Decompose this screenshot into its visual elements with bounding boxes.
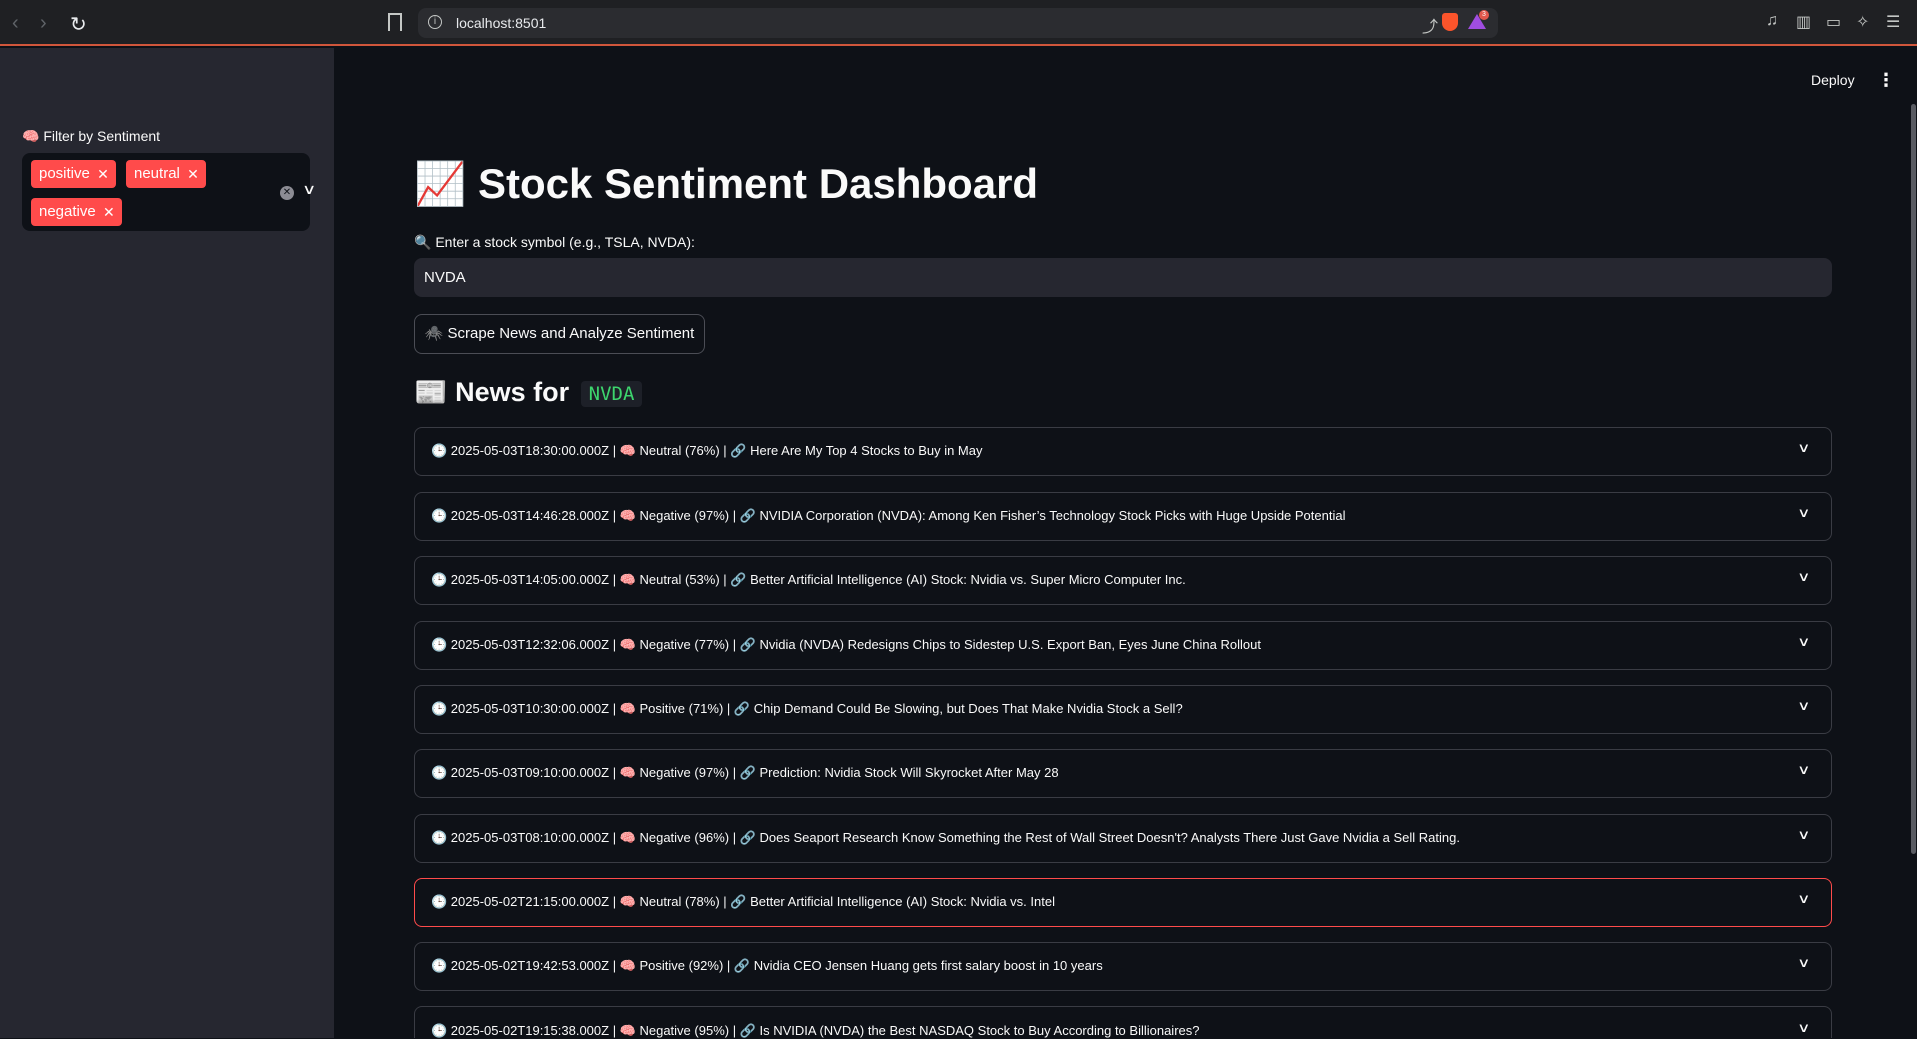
page-title: 📈 Stock Sentiment Dashboard <box>414 160 1039 207</box>
news-symbol-code: NVDA <box>580 380 643 407</box>
news-expander-label: 🕒 2025-05-02T21:15:00.000Z | 🧠 Neutral (… <box>431 894 1055 909</box>
chevron-down-icon: ∨ <box>1797 440 1811 455</box>
address-bar[interactable]: i localhost:8501 ⤴ 3 <box>418 8 1498 38</box>
news-expander[interactable]: 🕒 2025-05-03T18:30:00.000Z | 🧠 Neutral (… <box>414 427 1832 476</box>
tag-positive[interactable]: positive ✕ <box>31 160 116 188</box>
news-expander[interactable]: 🕒 2025-05-03T14:05:00.000Z | 🧠 Neutral (… <box>414 556 1832 605</box>
scrape-button[interactable]: 🕷️ Scrape News and Analyze Sentiment <box>414 314 705 354</box>
chevron-down-icon: ∨ <box>1797 634 1811 649</box>
news-expander-label: 🕒 2025-05-03T12:32:06.000Z | 🧠 Negative … <box>431 637 1261 652</box>
filter-label: 🧠 Filter by Sentiment <box>22 128 161 144</box>
news-expander-label: 🕒 2025-05-03T14:46:28.000Z | 🧠 Negative … <box>431 508 1346 523</box>
news-expander-label: 🕒 2025-05-02T19:42:53.000Z | 🧠 Positive … <box>431 958 1103 973</box>
remove-tag-icon[interactable]: ✕ <box>187 160 199 188</box>
browser-toolbar: ‹ › ↻ i localhost:8501 ⤴ 3 ♫ ▥ ▭ ✧ ☰ <box>0 0 1917 46</box>
sentiment-multiselect[interactable]: positive ✕ neutral ✕ negative ✕ ✕ ∨ <box>22 153 316 231</box>
news-expander[interactable]: 🕒 2025-05-02T19:42:53.000Z | 🧠 Positive … <box>414 942 1832 991</box>
tag-negative[interactable]: negative ✕ <box>31 198 122 226</box>
news-expander-label: 🕒 2025-05-03T18:30:00.000Z | 🧠 Neutral (… <box>431 443 983 458</box>
news-expander[interactable]: 🕒 2025-05-02T19:15:38.000Z | 🧠 Negative … <box>414 1006 1832 1038</box>
chevron-down-icon: ∨ <box>1797 505 1811 520</box>
news-expander-label: 🕒 2025-05-03T08:10:00.000Z | 🧠 Negative … <box>431 830 1460 845</box>
news-expander[interactable]: 🕒 2025-05-02T21:15:00.000Z | 🧠 Neutral (… <box>414 878 1832 927</box>
bookmark-icon[interactable] <box>388 13 402 31</box>
news-expander[interactable]: 🕒 2025-05-03T08:10:00.000Z | 🧠 Negative … <box>414 814 1832 863</box>
share-icon[interactable]: ⤴ <box>1422 13 1438 37</box>
url-text[interactable]: localhost:8501 <box>456 15 546 31</box>
news-expander[interactable]: 🕒 2025-05-03T14:46:28.000Z | 🧠 Negative … <box>414 492 1832 541</box>
scrollbar[interactable] <box>1911 104 1916 854</box>
back-icon[interactable]: ‹ <box>12 12 19 35</box>
chevron-down-icon[interactable]: ∨ <box>302 181 316 198</box>
deploy-button[interactable]: Deploy <box>1811 72 1855 88</box>
news-heading-text: 📰 News for <box>414 377 570 407</box>
chevron-down-icon: ∨ <box>1797 569 1811 584</box>
chevron-down-icon: ∨ <box>1797 955 1811 970</box>
tag-label: negative <box>39 203 96 220</box>
news-heading: 📰 News for NVDA <box>414 376 643 408</box>
reload-icon[interactable]: ↻ <box>70 12 87 37</box>
brave-shields-icon[interactable] <box>1442 13 1458 31</box>
forward-icon[interactable]: › <box>40 12 47 35</box>
symbol-input[interactable] <box>414 258 1832 297</box>
tag-label: positive <box>39 165 90 182</box>
news-expander-label: 🕒 2025-05-02T19:15:38.000Z | 🧠 Negative … <box>431 1023 1200 1038</box>
news-expander[interactable]: 🕒 2025-05-03T12:32:06.000Z | 🧠 Negative … <box>414 621 1832 670</box>
leo-ai-icon[interactable]: ✧ <box>1856 12 1869 32</box>
rewards-badge: 3 <box>1479 10 1489 20</box>
chevron-down-icon: ∨ <box>1797 827 1811 842</box>
more-options-icon[interactable]: ⋮ <box>1877 70 1895 91</box>
chevron-down-icon: ∨ <box>1797 1020 1811 1035</box>
symbol-input-label: 🔍 Enter a stock symbol (e.g., TSLA, NVDA… <box>414 234 695 250</box>
chevron-down-icon: ∨ <box>1797 762 1811 777</box>
remove-tag-icon[interactable]: ✕ <box>97 160 109 188</box>
news-expander-label: 🕒 2025-05-03T14:05:00.000Z | 🧠 Neutral (… <box>431 572 1186 587</box>
news-expander[interactable]: 🕒 2025-05-03T09:10:00.000Z | 🧠 Negative … <box>414 749 1832 798</box>
tag-neutral[interactable]: neutral ✕ <box>126 160 206 188</box>
news-expander[interactable]: 🕒 2025-05-03T10:30:00.000Z | 🧠 Positive … <box>414 685 1832 734</box>
tag-label: neutral <box>134 165 180 182</box>
news-expander-label: 🕒 2025-05-03T10:30:00.000Z | 🧠 Positive … <box>431 701 1183 716</box>
clear-all-icon[interactable]: ✕ <box>280 186 294 200</box>
menu-icon[interactable]: ☰ <box>1886 12 1900 32</box>
wallet-icon[interactable]: ▭ <box>1826 12 1841 32</box>
site-info-icon[interactable]: i <box>428 15 442 29</box>
sidebar-toggle-icon[interactable]: ▥ <box>1796 12 1811 32</box>
chevron-down-icon: ∨ <box>1797 891 1811 906</box>
remove-tag-icon[interactable]: ✕ <box>103 198 115 226</box>
media-icon[interactable]: ♫ <box>1766 12 1778 30</box>
chevron-down-icon: ∨ <box>1797 698 1811 713</box>
news-expander-label: 🕒 2025-05-03T09:10:00.000Z | 🧠 Negative … <box>431 765 1059 780</box>
